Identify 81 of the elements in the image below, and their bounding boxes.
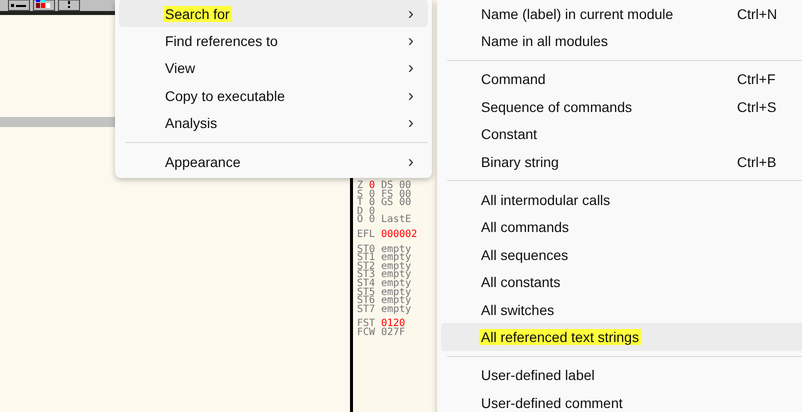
register-text: empty (381, 271, 412, 280)
menu-item[interactable]: All commands (441, 214, 802, 242)
menu-item[interactable]: Constant (441, 120, 802, 148)
menu-item-label: Constant (481, 126, 538, 142)
menu-item-label: All constants (481, 274, 560, 290)
menu-item-label: All intermodular calls (481, 192, 610, 208)
register-text: Z (357, 182, 364, 191)
menu-item[interactable]: All referenced text strings (441, 323, 802, 351)
register-text: ST1 (357, 254, 376, 263)
submenu-arrow: › (408, 88, 415, 104)
menu-item-label: Search for (163, 6, 232, 22)
menu-item[interactable]: User-defined comment (441, 389, 802, 412)
menu-item-label: Copy to executable (165, 88, 285, 104)
submenu-arrow: › (408, 6, 415, 22)
shortcut-text: Ctrl+B (737, 154, 778, 170)
menu-item-label: All sequences (481, 246, 568, 263)
register-text: 0 (369, 199, 376, 208)
register-text: GS 00 (381, 199, 412, 208)
menu-item[interactable]: Find references to › (119, 27, 428, 55)
menu-item[interactable]: All sequences (441, 241, 802, 269)
register-text: 0 (369, 182, 376, 191)
menu-item-label: Binary string (481, 154, 559, 170)
menu-item-label: User-defined label (481, 367, 595, 384)
register-text: FST (357, 320, 376, 329)
register-text: empty (381, 306, 412, 314)
register-text: ST6 (357, 297, 376, 306)
menu-item[interactable]: Command Ctrl+F (441, 66, 802, 94)
register-text: empty (381, 246, 412, 254)
shortcut-text: Ctrl+S (737, 98, 778, 115)
submenu-arrow: › (408, 60, 415, 76)
menu-item-label: Find references to (165, 33, 278, 50)
menu-item[interactable]: All intermodular calls (441, 186, 802, 214)
menu-item-label: All commands (481, 219, 569, 236)
menu-item-label: Analysis (165, 115, 218, 132)
menu-item[interactable]: User-defined label (441, 362, 802, 390)
menu-item-label: Name in all modules (481, 33, 608, 50)
menu-item[interactable]: Name (label) in current module Ctrl+N (441, 0, 802, 28)
menu-item[interactable]: Copy to executable › (119, 82, 428, 110)
menu-item[interactable]: Binary string Ctrl+B (441, 148, 802, 176)
menu-item-label: View (165, 60, 196, 76)
register-text: FCW (357, 328, 376, 338)
register-text: empty (381, 297, 412, 306)
submenu-arrow: › (408, 33, 415, 50)
submenu-arrow: › (408, 115, 415, 132)
register-text: T (357, 199, 364, 208)
submenu-arrow: › (408, 154, 415, 170)
shortcut-text: Ctrl+N (737, 6, 778, 22)
menu-item[interactable]: Analysis › (119, 110, 428, 137)
register-text: 0 (369, 216, 376, 225)
register-text: EFL (357, 230, 376, 240)
register-text: ST4 (357, 280, 376, 289)
register-text: DS 00 (381, 182, 412, 191)
menu-item[interactable]: Search for › (119, 0, 428, 28)
register-text: ST3 (357, 271, 376, 280)
menu-item[interactable]: Name in all modules (441, 27, 802, 55)
register-text: empty (381, 288, 412, 298)
menu-item[interactable]: All switches (441, 296, 802, 324)
register-text: 0120 (381, 320, 406, 329)
register-text: empty (381, 280, 412, 289)
menu-item[interactable]: Appearance › (119, 148, 428, 176)
menu-item[interactable]: Sequence of commands Ctrl+S (441, 93, 802, 121)
register-text: 027F (381, 328, 406, 338)
shortcut-text: Ctrl+F (737, 71, 776, 88)
menu-item-label: Sequence of commands (481, 98, 632, 115)
menu-item-label: Command (481, 71, 546, 88)
menu-item-label: All referenced text strings (479, 328, 641, 345)
register-text: 000002 (381, 230, 418, 240)
color-palette-icon[interactable] (33, 0, 55, 11)
list-icon[interactable] (8, 0, 30, 11)
register-text: LastE (381, 216, 412, 225)
help-icon[interactable] (58, 0, 80, 11)
register-text: O (357, 216, 364, 225)
register-text: empty (381, 254, 412, 263)
menu-item[interactable]: View › (119, 54, 428, 82)
menu-item-label: Appearance (165, 154, 241, 170)
register-text: ST7 (357, 306, 376, 314)
menu-item-label: User-defined comment (481, 394, 623, 411)
register-text: empty (381, 262, 412, 272)
menu-item-label: Name (label) in current module (481, 6, 674, 22)
menu-item[interactable]: All constants (441, 268, 802, 296)
menu-item-label: All switches (481, 302, 554, 318)
